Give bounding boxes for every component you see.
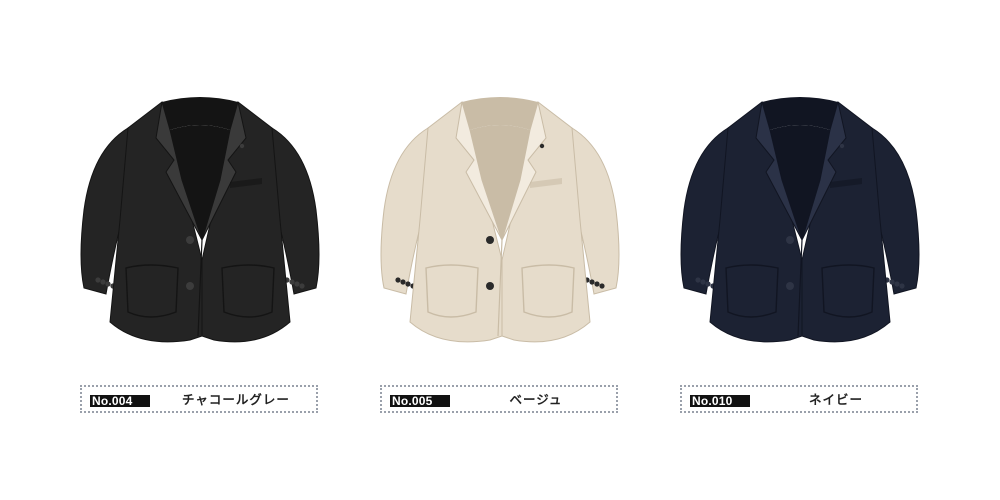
product-code: No.010 (690, 395, 750, 407)
product-caption: No.010 ネイビー (680, 385, 918, 413)
product-card: No.004 チャコールグレー (50, 0, 350, 500)
jacket-image[interactable] (670, 90, 930, 360)
color-name: ベージュ (509, 392, 563, 407)
product-caption: No.005 ベージュ (380, 385, 618, 413)
jacket-image[interactable] (370, 90, 630, 360)
product-caption: No.004 チャコールグレー (80, 385, 318, 413)
product-code: No.004 (90, 395, 150, 407)
color-name: ネイビー (808, 392, 863, 407)
product-card: No.005 ベージュ (350, 0, 650, 500)
product-card: No.010 ネイビー (650, 0, 950, 500)
product-code: No.005 (390, 395, 450, 407)
color-name: チャコールグレー (182, 392, 290, 407)
jacket-image[interactable] (70, 90, 330, 360)
